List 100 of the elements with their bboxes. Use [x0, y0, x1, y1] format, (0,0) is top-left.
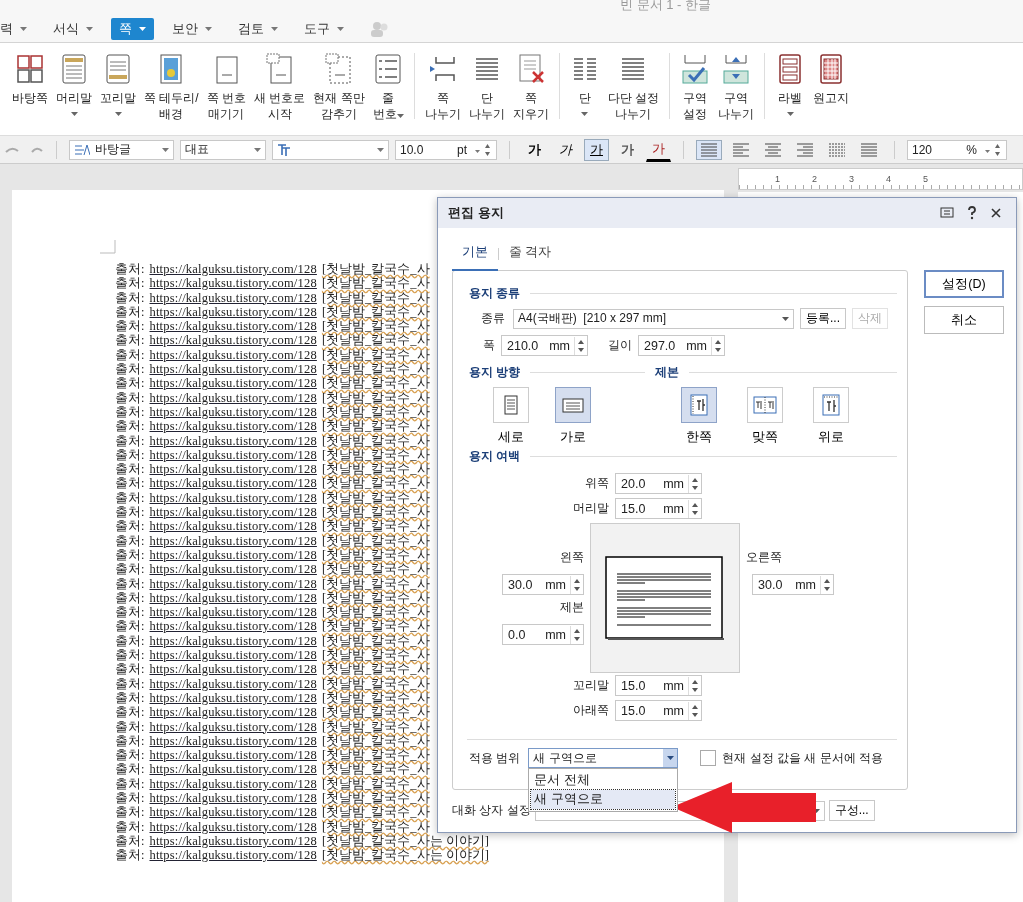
spin-field[interactable]: 15.0 mm: [615, 700, 702, 721]
dialog-tab[interactable]: 줄 격자: [499, 237, 562, 271]
help-icon[interactable]: [966, 206, 978, 220]
spinner-arrows-icon[interactable]: [688, 499, 701, 518]
character-format-button[interactable]: 가: [553, 138, 578, 161]
dialog-button[interactable]: 설정(D): [924, 270, 1004, 298]
spinner-arrows-icon[interactable]: [711, 336, 724, 355]
ribbon-button[interactable]: 구역 설정: [676, 53, 715, 122]
ribbon-button[interactable]: 원고지: [809, 53, 854, 106]
ribbon-button[interactable]: 구역 나누기: [714, 53, 759, 122]
source-link[interactable]: https://kalguksu.tistory.com/128: [149, 833, 317, 849]
source-link[interactable]: https://kalguksu.tistory.com/128: [149, 748, 317, 763]
dialog-button[interactable]: 취소: [924, 306, 1004, 334]
source-link[interactable]: https://kalguksu.tistory.com/128: [149, 490, 317, 506]
spinner-arrows-icon[interactable]: [570, 625, 583, 644]
ribbon-button[interactable]: 머리말: [52, 53, 96, 116]
source-link[interactable]: https://kalguksu.tistory.com/128: [149, 733, 317, 749]
menu-tab[interactable]: 쪽: [111, 18, 154, 40]
ribbon-button[interactable]: 꼬리말: [96, 53, 140, 116]
source-link[interactable]: https://kalguksu.tistory.com/128: [149, 333, 317, 348]
source-link[interactable]: https://kalguksu.tistory.com/128: [149, 676, 317, 691]
menu-tab[interactable]: 력: [0, 18, 35, 40]
source-link[interactable]: https://kalguksu.tistory.com/128: [149, 519, 317, 534]
source-link[interactable]: https://kalguksu.tistory.com/128: [149, 576, 317, 591]
dropdown-option[interactable]: 새 구역으로: [531, 790, 676, 809]
ribbon-button[interactable]: 줄 번호: [368, 53, 408, 122]
menu-tab[interactable]: 검토: [230, 18, 286, 40]
ribbon-button[interactable]: 쪽 지우기: [508, 53, 553, 122]
spinner-arrows-icon[interactable]: [574, 336, 587, 355]
source-link[interactable]: https://kalguksu.tistory.com/128: [149, 319, 317, 334]
ribbon-button[interactable]: 다단 설정 나누기: [603, 53, 664, 122]
source-link[interactable]: https://kalguksu.tistory.com/128: [149, 762, 317, 777]
source-link[interactable]: https://kalguksu.tistory.com/128: [149, 390, 317, 405]
ribbon-button[interactable]: 쪽 번호 매기기: [202, 53, 250, 122]
spinner-arrows-icon[interactable]: [820, 575, 833, 594]
spin-field[interactable]: 210.0 mm: [501, 335, 588, 356]
source-link[interactable]: https://kalguksu.tistory.com/128: [149, 476, 317, 491]
ribbon-button[interactable]: 단: [565, 53, 604, 116]
spinner-arrows-icon[interactable]: [688, 676, 701, 695]
align-button[interactable]: [696, 139, 722, 160]
source-link[interactable]: https://kalguksu.tistory.com/128: [149, 290, 317, 305]
character-format-button[interactable]: 가: [646, 137, 671, 162]
configure-button[interactable]: 구성...: [828, 800, 875, 821]
font-size-field[interactable]: 10.0 pt: [395, 139, 497, 160]
apply-scope-dropdown[interactable]: 새 구역으로: [528, 748, 679, 768]
source-link[interactable]: https://kalguksu.tistory.com/128: [149, 547, 317, 563]
source-link[interactable]: https://kalguksu.tistory.com/128: [149, 690, 317, 706]
source-link[interactable]: https://kalguksu.tistory.com/128: [149, 605, 317, 620]
source-link[interactable]: https://kalguksu.tistory.com/128: [149, 304, 317, 320]
source-link[interactable]: https://kalguksu.tistory.com/128: [149, 276, 317, 291]
source-link[interactable]: https://kalguksu.tistory.com/128: [149, 848, 317, 863]
source-link[interactable]: https://kalguksu.tistory.com/128: [149, 776, 317, 791]
ribbon-button[interactable]: 쪽 테두리/ 배경: [140, 53, 203, 122]
source-link[interactable]: https://kalguksu.tistory.com/128: [149, 562, 317, 577]
ribbon-button[interactable]: 새 번호로 시작: [250, 53, 310, 122]
ribbon-button[interactable]: 라벨: [771, 53, 810, 116]
character-format-button[interactable]: 가: [522, 138, 547, 161]
spin-field[interactable]: 30.0 mm: [502, 574, 584, 595]
ribbon-button[interactable]: 현재 쪽만 감추기: [309, 53, 369, 122]
source-link[interactable]: https://kalguksu.tistory.com/128: [149, 347, 317, 363]
comment-icon[interactable]: [940, 206, 954, 220]
menu-tab[interactable]: 도구: [296, 18, 352, 40]
close-icon[interactable]: [990, 207, 1002, 219]
source-link[interactable]: https://kalguksu.tistory.com/128: [149, 648, 317, 663]
source-link[interactable]: https://kalguksu.tistory.com/128: [149, 719, 317, 734]
spin-field[interactable]: 20.0 mm: [615, 473, 702, 494]
character-format-button[interactable]: 가: [615, 138, 640, 161]
style-dropdown[interactable]: 바탕글: [69, 139, 174, 160]
font-dropdown[interactable]: [272, 139, 389, 160]
source-link[interactable]: https://kalguksu.tistory.com/128: [149, 619, 317, 634]
source-link[interactable]: https://kalguksu.tistory.com/128: [149, 662, 317, 677]
menu-tab[interactable]: 서식: [45, 18, 101, 40]
ribbon-button[interactable]: 단 나누기: [464, 53, 509, 122]
menu-tab[interactable]: 보안: [164, 18, 220, 40]
source-link[interactable]: https://kalguksu.tistory.com/128: [149, 462, 317, 477]
source-link[interactable]: https://kalguksu.tistory.com/128: [149, 819, 317, 834]
spinner-arrows-icon[interactable]: [688, 701, 701, 720]
paper-type-dropdown[interactable]: A4(국배판) [210 x 297 mm]: [513, 308, 794, 329]
font-group-dropdown[interactable]: 대표: [180, 139, 266, 160]
ribbon-button[interactable]: 쪽 나누기: [420, 53, 465, 122]
character-format-button[interactable]: 가: [584, 138, 609, 161]
source-link[interactable]: https://kalguksu.tistory.com/128: [149, 533, 317, 548]
spin-field[interactable]: 30.0 mm: [752, 574, 834, 595]
source-link[interactable]: https://kalguksu.tistory.com/128: [149, 505, 317, 520]
spin-field[interactable]: 297.0 mm: [638, 335, 725, 356]
source-link[interactable]: https://kalguksu.tistory.com/128: [149, 404, 317, 420]
source-link[interactable]: https://kalguksu.tistory.com/128: [149, 590, 317, 606]
source-link[interactable]: https://kalguksu.tistory.com/128: [149, 791, 317, 806]
source-link[interactable]: https://kalguksu.tistory.com/128: [149, 262, 317, 277]
source-link[interactable]: https://kalguksu.tistory.com/128: [149, 805, 317, 820]
source-link[interactable]: https://kalguksu.tistory.com/128: [149, 419, 317, 434]
spin-field[interactable]: 15.0 mm: [615, 675, 702, 696]
ribbon-button[interactable]: 바탕쪽: [8, 53, 52, 106]
zoom-field[interactable]: 120 %: [907, 139, 1007, 160]
spin-field[interactable]: 0.0 mm: [502, 624, 584, 645]
spinner-arrows-icon[interactable]: [688, 474, 701, 493]
register-button[interactable]: 등록...: [800, 308, 846, 329]
spin-field[interactable]: 15.0 mm: [615, 498, 702, 519]
source-link[interactable]: https://kalguksu.tistory.com/128: [149, 362, 317, 377]
source-link[interactable]: https://kalguksu.tistory.com/128: [149, 705, 317, 720]
